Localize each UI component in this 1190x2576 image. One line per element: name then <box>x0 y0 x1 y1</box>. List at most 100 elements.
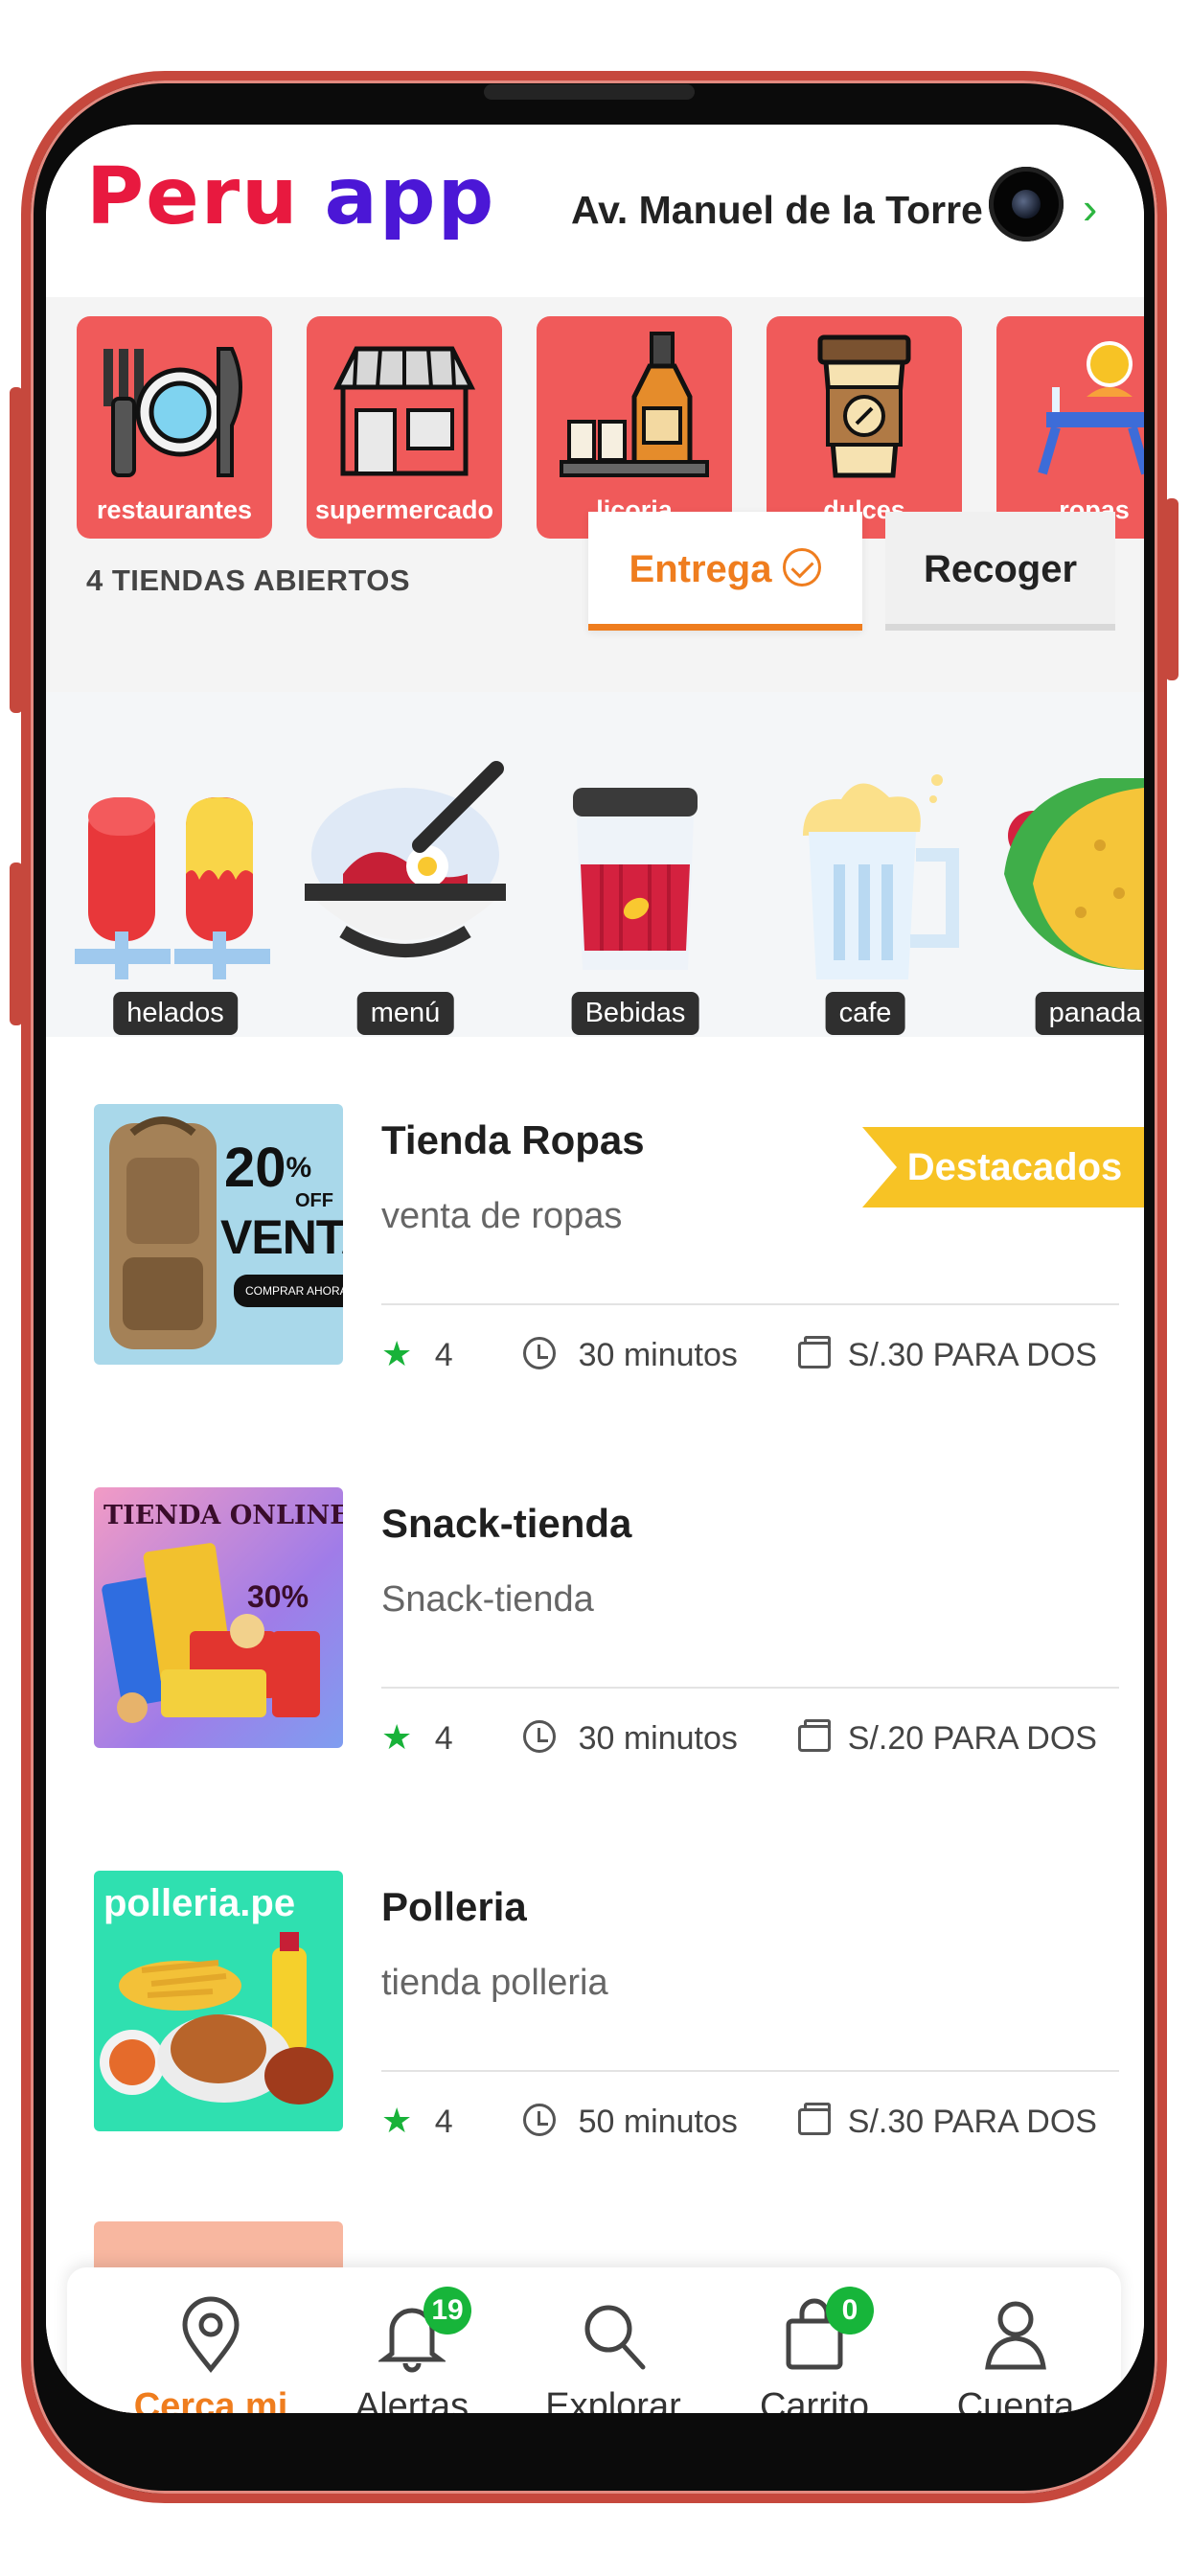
nav-label: Carrito <box>759 2386 870 2413</box>
tab-pickup[interactable]: Recoger <box>885 512 1115 631</box>
logo-word-app: app <box>324 151 496 242</box>
divider <box>381 2070 1119 2072</box>
category-strip: restaurantes supermercado licoria dulces… <box>46 297 1144 692</box>
nav-alertas[interactable]: 19 Alertas <box>316 2287 508 2413</box>
category-licoria[interactable]: licoria <box>537 316 732 539</box>
clock-icon <box>523 1720 557 1753</box>
store-thumbnail: TIENDA ONLINE 30% <box>94 1487 343 1748</box>
nav-carrito[interactable]: 0 Carrito <box>719 2287 910 2413</box>
store-delivery-time: 30 minutos <box>578 1337 738 1373</box>
food-type-bebidas[interactable]: Bebidas <box>535 692 736 1037</box>
front-camera <box>989 167 1064 242</box>
divider <box>381 1687 1119 1689</box>
popsicle-icon <box>75 797 270 979</box>
category-restaurantes[interactable]: restaurantes <box>77 316 272 539</box>
store-meta: ★ 4 30 minutos S/.30 PARA DOS <box>381 1334 1097 1374</box>
delivery-address[interactable]: Av. Manuel de la Torre <box>571 188 983 233</box>
nav-label: Cerca mi <box>133 2386 288 2413</box>
thumb-title: TIENDA ONLINE <box>103 1501 343 1530</box>
bottle-icon <box>560 332 709 477</box>
nav-label: Cuenta <box>956 2386 1075 2413</box>
app-screen: Peru app Av. Manuel de la Torre › restaur… <box>46 125 1144 2413</box>
wallet-icon <box>798 1336 832 1368</box>
dining-table-icon <box>1038 341 1144 475</box>
chevron-right-icon[interactable]: › <box>1083 182 1097 234</box>
nav-label: Explorar <box>545 2386 681 2413</box>
tab-delivery[interactable]: Entrega <box>588 512 862 631</box>
category-dulces[interactable]: dulces <box>767 316 962 539</box>
alerts-count-badge: 19 <box>423 2287 471 2334</box>
store-price: S/.20 PARA DOS <box>847 1720 1097 1757</box>
nav-explorar[interactable]: Explorar <box>517 2296 709 2413</box>
food-type-label: panada <box>1035 992 1144 1035</box>
search-icon <box>584 2305 646 2370</box>
food-type-helados[interactable]: helados <box>75 692 276 1037</box>
store-meta: ★ 4 30 minutos S/.20 PARA DOS <box>381 1717 1097 1758</box>
tab-pickup-label: Recoger <box>923 548 1078 590</box>
store-meta: ★ 4 50 minutos S/.30 PARA DOS <box>381 2101 1097 2141</box>
star-icon: ★ <box>381 1717 413 1757</box>
store-card[interactable]: TIENDA ONLINE 30% Snack-tienda Snack-tie… <box>46 1420 1144 1804</box>
food-type-menu[interactable]: menú <box>305 692 506 1037</box>
app-logo: Peru app <box>86 151 495 242</box>
clock-icon <box>523 2104 557 2136</box>
beer-mug-icon <box>803 774 959 979</box>
store-delivery-time: 50 minutos <box>578 2104 738 2140</box>
store-icon <box>332 346 476 476</box>
thumb-sale-word: VENTA <box>220 1210 343 1264</box>
featured-badge: Destacados <box>862 1127 1144 1208</box>
star-icon: ★ <box>381 1334 413 1373</box>
power-button <box>1165 498 1179 680</box>
store-name: Tienda Ropas <box>381 1117 645 1162</box>
thumb-cta: COMPRAR AHORA <box>234 1275 343 1307</box>
drink-cup-icon <box>573 788 698 970</box>
coffee-cup-icon <box>817 334 911 478</box>
thumb-title: polleria.pe <box>103 1882 296 1924</box>
store-card[interactable]: 20%OFF VENTA COMPRAR AHORA Tienda Ropas … <box>46 1037 1144 1420</box>
thumb-discount: 30% <box>247 1579 309 1614</box>
speaker-grille <box>484 84 695 100</box>
nav-cerca-mi[interactable]: Cerca mi <box>115 2296 307 2413</box>
store-card[interactable]: polleria.pe Polleria tienda polleria ★ 4 <box>46 1804 1144 2187</box>
store-name: Polleria <box>381 1884 527 1929</box>
wallet-icon <box>798 1719 832 1752</box>
store-description: Snack-tienda <box>381 1579 594 1620</box>
food-type-cafe[interactable]: cafe <box>765 692 966 1037</box>
star-icon: ★ <box>381 2101 413 2140</box>
food-type-panada[interactable]: panada <box>995 692 1144 1037</box>
store-name: Snack-tienda <box>381 1501 632 1546</box>
store-list: 20%OFF VENTA COMPRAR AHORA Tienda Ropas … <box>46 1037 1144 2413</box>
store-delivery-time: 30 minutos <box>578 1720 738 1757</box>
app-header: Peru app Av. Manuel de la Torre › <box>46 125 1144 297</box>
store-price: S/.30 PARA DOS <box>847 2104 1097 2140</box>
tab-delivery-label: Entrega <box>629 548 772 590</box>
store-description: venta de ropas <box>381 1196 623 1236</box>
open-stores-count: 4 TIENDAS ABIERTOS <box>86 564 410 597</box>
category-label: restaurantes <box>96 495 253 524</box>
food-type-label: helados <box>113 992 238 1035</box>
plate-cutlery-icon <box>103 347 242 477</box>
store-description: tienda polleria <box>381 1963 608 2003</box>
check-circle-icon <box>783 548 822 587</box>
store-rating: 4 <box>434 2104 453 2140</box>
promo-percent: 20 <box>224 1137 286 1199</box>
cart-count-badge: 0 <box>826 2287 874 2334</box>
nav-cuenta[interactable]: Cuenta <box>920 2296 1111 2413</box>
store-rating: 4 <box>434 1720 453 1757</box>
thumb-promo-text: 20% OFF <box>224 1137 333 1212</box>
logo-word-peru: Peru <box>86 151 300 242</box>
category-supermercado[interactable]: supermercado <box>307 316 502 539</box>
divider <box>381 1303 1119 1305</box>
food-type-label: Bebidas <box>571 992 699 1035</box>
nav-label: Alertas <box>355 2386 469 2413</box>
category-ropas[interactable]: ropas <box>996 316 1144 539</box>
user-icon <box>985 2301 1046 2370</box>
food-type-strip: helados menú Bebidas cafe panada <box>46 692 1144 1037</box>
clock-icon <box>523 1337 557 1369</box>
category-label: supermercado <box>314 495 494 524</box>
store-thumbnail: 20%OFF VENTA COMPRAR AHORA <box>94 1104 343 1365</box>
store-price: S/.30 PARA DOS <box>847 1337 1097 1373</box>
food-type-label: menú <box>356 992 454 1035</box>
location-pin-icon <box>182 2296 240 2373</box>
bottom-navigation: Cerca mi 19 Alertas Explorar 0 Carrito C… <box>67 2267 1121 2413</box>
